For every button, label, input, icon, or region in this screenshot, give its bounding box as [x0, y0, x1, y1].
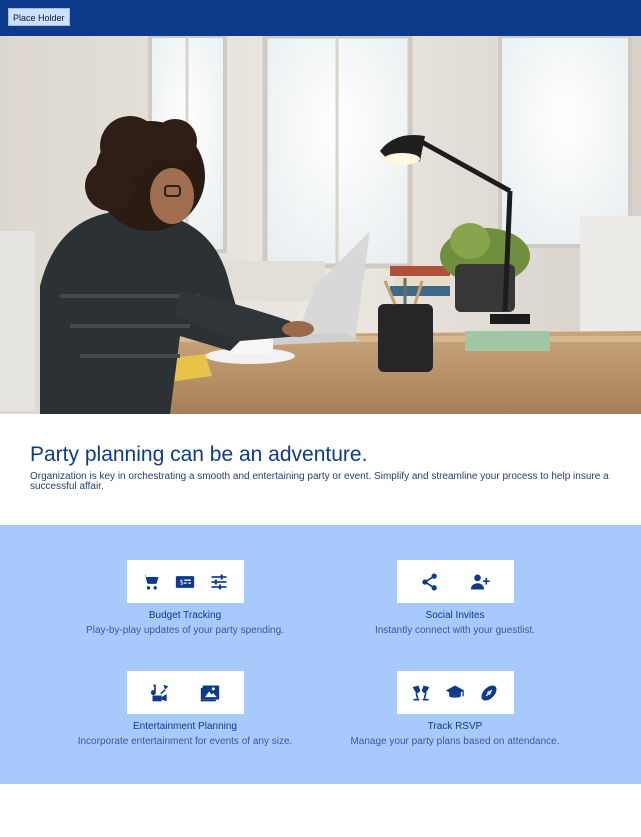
feature-title: Budget Tracking: [148, 610, 222, 621]
placeholder-button[interactable]: Place Holder: [8, 8, 70, 26]
feature-social-invites: Social Invites Instantly connect with yo…: [335, 560, 575, 637]
feature-description: Incorporate entertainment for events of …: [77, 736, 293, 747]
toast-glasses-icon[interactable]: [411, 683, 431, 703]
add-user-icon[interactable]: [470, 572, 490, 592]
feature-icons: $: [126, 560, 244, 603]
feature-title: Track RSVP: [427, 721, 483, 732]
feature-icons: [396, 671, 514, 714]
svg-text:$: $: [180, 578, 184, 586]
features-section: $ Budget Tracking Play-by-play updates o…: [0, 525, 641, 784]
intro-title: Party planning can be an adventure.: [30, 443, 368, 466]
music-video-icon[interactable]: [150, 683, 170, 703]
top-bar: Place Holder: [0, 0, 641, 36]
feature-description: Manage your party plans based on attenda…: [350, 736, 560, 747]
feature-icons: [396, 560, 514, 603]
feature-title: Entertainment Planning: [133, 721, 237, 732]
feature-title: Social Invites: [425, 610, 485, 621]
photo-album-icon[interactable]: [200, 683, 220, 703]
intro-section: Party planning can be an adventure. Orga…: [30, 440, 620, 492]
share-icon[interactable]: [420, 572, 440, 592]
feature-entertainment-planning: Entertainment Planning Incorporate enter…: [65, 671, 305, 748]
sliders-icon[interactable]: [209, 572, 229, 592]
graduation-cap-icon[interactable]: [445, 683, 465, 703]
feature-track-rsvp: Track RSVP Manage your party plans based…: [335, 671, 575, 748]
money-bill-icon[interactable]: $: [175, 572, 195, 592]
hero-photo: [0, 36, 641, 414]
feature-budget-tracking: $ Budget Tracking Play-by-play updates o…: [65, 560, 305, 637]
intro-description: Organization is key in orchestrating a s…: [30, 471, 609, 492]
feature-icons: [126, 671, 244, 714]
feature-description: Play-by-play updates of your party spend…: [86, 625, 284, 636]
football-icon[interactable]: [479, 683, 499, 703]
cart-icon[interactable]: [141, 572, 161, 592]
feature-description: Instantly connect with your guestlist.: [374, 625, 536, 636]
